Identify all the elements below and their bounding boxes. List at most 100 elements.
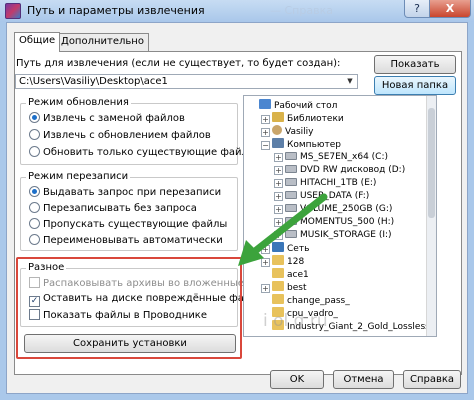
tree-item-label: MS_SE7EN_x64 (C:) (300, 152, 389, 162)
tree-item[interactable]: Рабочий стол (248, 99, 337, 111)
tree-item[interactable]: + Vasiliy (261, 125, 314, 137)
tree-item-label: ace1 (287, 270, 309, 280)
tree-item[interactable]: + Сеть (261, 242, 309, 254)
folder-icon (272, 268, 284, 278)
tab-advanced[interactable]: Дополнительно (56, 33, 149, 51)
tree-item-label: Рабочий стол (274, 101, 338, 111)
help-title-button[interactable]: ? (404, 0, 430, 18)
collapse-icon[interactable]: − (261, 141, 270, 150)
option-label: Перезаписывать без запроса (43, 203, 197, 214)
extract-path-input[interactable]: C:\Users\Vasiliy\Desktop\ace1 ▼ (15, 74, 358, 89)
path-value: C:\Users\Vasiliy\Desktop\ace1 (19, 76, 168, 87)
option-label: Обновить только существующие файлы (43, 147, 256, 158)
folder-icon (272, 255, 284, 265)
computer-icon (272, 138, 284, 148)
expand-icon[interactable]: + (274, 166, 283, 175)
update-option-update[interactable]: Извлечь с обновлением файлов (29, 129, 211, 143)
folder-icon (272, 294, 284, 304)
option-label: Выдавать запрос при перезаписи (43, 187, 222, 198)
overwrite-option-silent[interactable]: Перезаписывать без запроса (29, 202, 197, 216)
tree-item-label: DVD RW дисковод (D:) (300, 165, 406, 175)
option-label: Извлечь с заменой файлов (43, 113, 185, 124)
tree-item[interactable]: + USER_DATA (F:) (274, 190, 369, 202)
expand-icon[interactable]: + (261, 115, 270, 124)
radio-icon[interactable] (29, 186, 40, 197)
show-button[interactable]: Показать (374, 55, 456, 74)
radio-icon[interactable] (29, 129, 40, 140)
drive-icon (285, 165, 297, 173)
radio-icon[interactable] (29, 234, 40, 245)
expand-icon[interactable]: + (274, 153, 283, 162)
tree-item-label: Vasiliy (285, 127, 314, 137)
overwrite-option-ask[interactable]: Выдавать запрос при перезаписи (29, 186, 221, 200)
expand-icon[interactable]: + (274, 179, 283, 188)
tree-item-label: MOMENTUS_500 (H:) (300, 217, 395, 227)
expand-icon[interactable]: + (261, 258, 270, 267)
radio-icon[interactable] (29, 202, 40, 213)
radio-icon[interactable] (29, 146, 40, 157)
tree-item[interactable]: ace1 (261, 268, 309, 280)
drive-icon (285, 230, 297, 238)
overwrite-option-rename[interactable]: Переименовывать автоматически (29, 234, 223, 248)
title-bar[interactable]: Путь и параметры извлечения — Справка ? … (0, 0, 474, 22)
tree-item[interactable]: + MUSIK_STORAGE (I:) (274, 229, 392, 241)
tree-scrollbar[interactable] (426, 96, 436, 336)
radio-icon[interactable] (29, 112, 40, 123)
option-label: Переименовывать автоматически (43, 235, 223, 246)
tree-item-label: 128 (287, 257, 305, 267)
update-option-replace[interactable]: Извлечь с заменой файлов (29, 112, 185, 126)
expand-icon[interactable]: + (261, 128, 270, 137)
winrar-icon (5, 3, 21, 19)
path-label: Путь для извлечения (если не существует,… (16, 58, 341, 69)
tree-item[interactable]: + MS_SE7EN_x64 (C:) (274, 151, 388, 163)
tree-item[interactable]: + HITACHI_1TB (E:) (274, 177, 376, 189)
expand-icon[interactable]: + (261, 284, 270, 293)
drive-icon (285, 191, 297, 199)
help-button[interactable]: Справка (403, 370, 461, 389)
tree-item-label: VOLUME_250GB (G:) (300, 204, 393, 214)
close-button[interactable]: X (429, 0, 471, 18)
expand-icon[interactable]: + (261, 245, 270, 254)
tree-item-label: Компьютер (287, 140, 341, 150)
tree-item[interactable]: + VOLUME_250GB (G:) (274, 203, 392, 215)
drive-icon (285, 217, 297, 225)
user-icon (272, 125, 282, 135)
highlight-frame (16, 257, 242, 359)
tree-item[interactable]: + Библиотеки (261, 112, 344, 124)
update-option-existing-only[interactable]: Обновить только существующие файлы (29, 146, 256, 160)
tree-item[interactable]: + best (261, 281, 306, 293)
drive-icon (285, 178, 297, 186)
desktop-icon (259, 99, 271, 109)
option-label: Пропускать существующие файлы (43, 219, 228, 230)
tree-item-label: USER_DATA (F:) (300, 191, 370, 201)
expand-icon[interactable]: + (274, 192, 283, 201)
drive-icon (285, 204, 297, 212)
tree-item[interactable]: + MOMENTUS_500 (H:) (274, 216, 394, 228)
update-mode-group: Режим обновления Извлечь с заменой файло… (20, 97, 256, 165)
chevron-down-icon[interactable]: ▼ (344, 76, 356, 87)
drive-icon (285, 152, 297, 160)
folder-icon (272, 281, 284, 291)
tree-item[interactable]: − Компьютер (261, 138, 341, 150)
tree-item-label: change_pass_ (287, 296, 350, 306)
watermark: i ol g ru (263, 311, 328, 331)
tree-item[interactable]: + DVD RW дисковод (D:) (274, 164, 405, 176)
tree-item-label: HITACHI_1TB (E:) (300, 178, 377, 188)
scrollbar-thumb[interactable] (428, 108, 435, 218)
expand-icon[interactable]: + (274, 231, 283, 240)
expand-icon[interactable]: + (274, 205, 283, 214)
expand-icon[interactable]: + (274, 218, 283, 227)
new-folder-button[interactable]: Новая папка (374, 76, 456, 95)
tree-item[interactable]: +128 (261, 255, 304, 267)
radio-icon[interactable] (29, 218, 40, 229)
overwrite-option-skip[interactable]: Пропускать существующие файлы (29, 218, 227, 232)
overwrite-mode-group: Режим перезаписи Выдавать запрос при пер… (20, 171, 238, 251)
tree-item-label: Библиотеки (287, 114, 344, 124)
folder-tree[interactable]: Рабочий стол + Библиотеки + Vasiliy − Компьюте… (243, 95, 437, 337)
ok-button[interactable]: OK (270, 370, 324, 389)
tree-item-label: MUSIK_STORAGE (I:) (300, 230, 392, 240)
cancel-button[interactable]: Отмена (333, 370, 394, 389)
title-ghost-text: — Справка (270, 4, 333, 17)
tab-general[interactable]: Общие (14, 32, 61, 52)
tree-item[interactable]: change_pass_ (261, 294, 350, 306)
